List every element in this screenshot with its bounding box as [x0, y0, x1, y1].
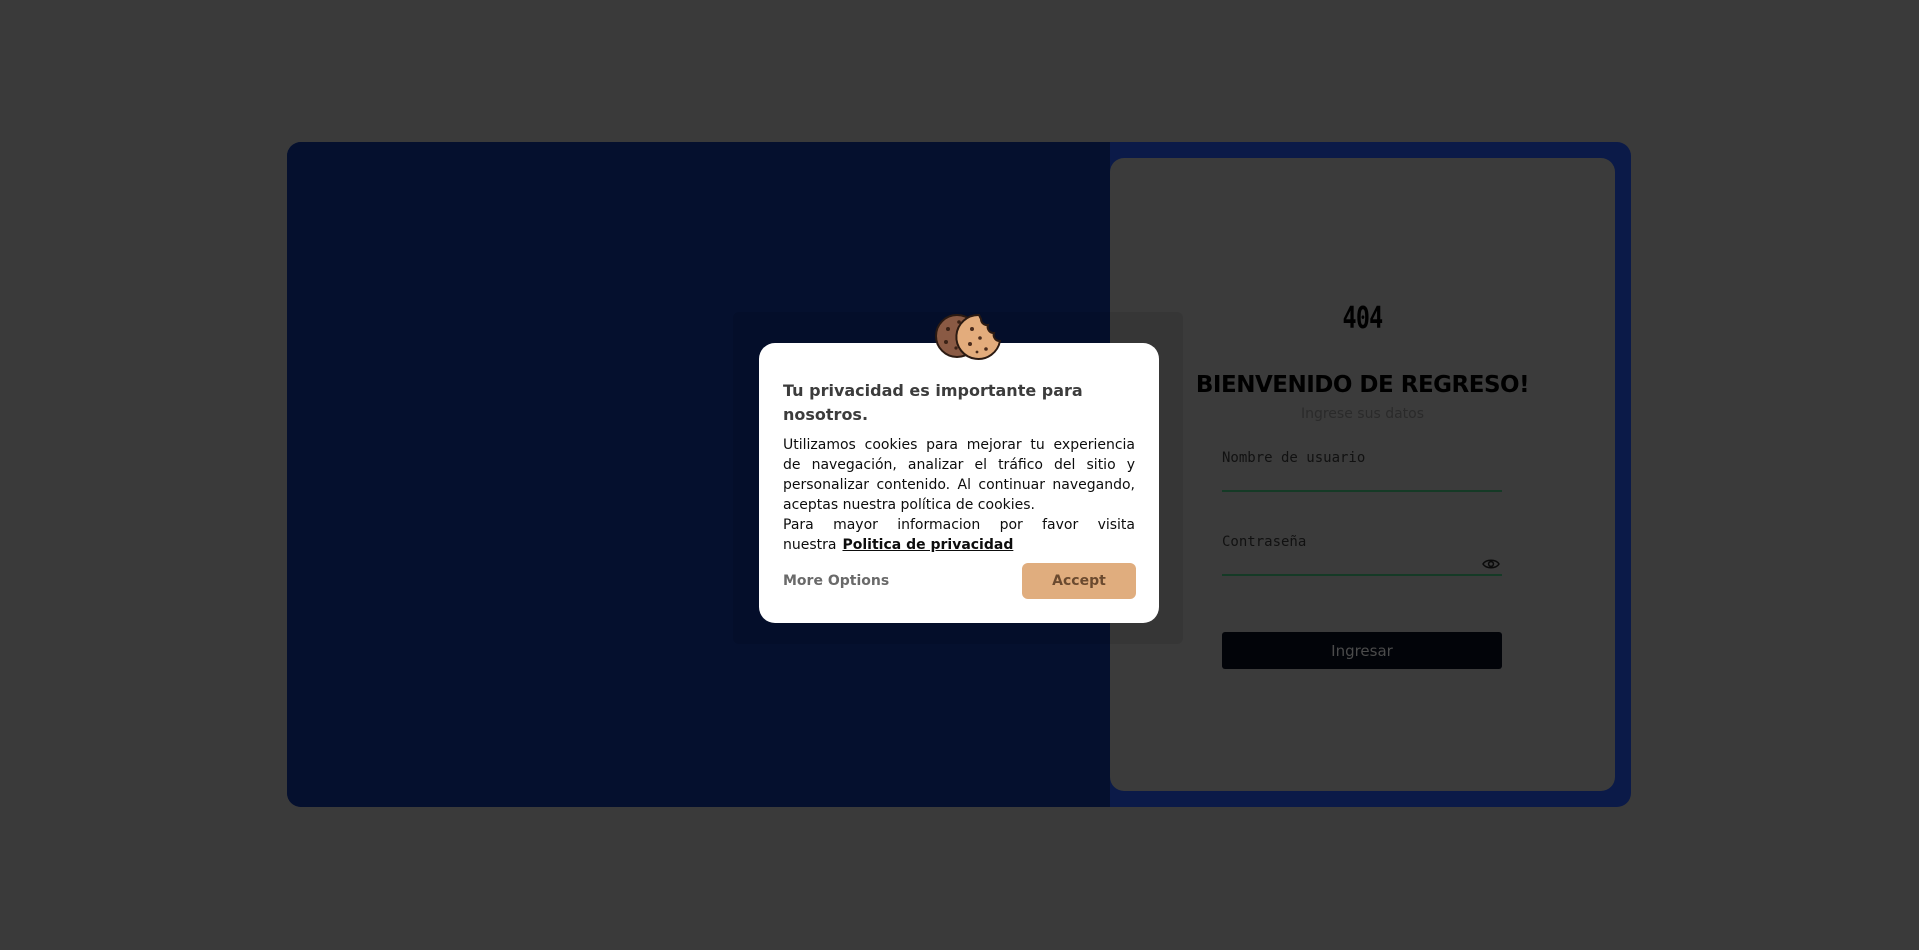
more-options-button[interactable]: More Options [783, 571, 889, 591]
password-input[interactable] [1222, 530, 1462, 554]
login-panel: 404 BIENVENIDO DE REGRESO! Ingrese sus d… [1110, 158, 1615, 791]
privacy-policy-link[interactable]: Politica de privacidad [842, 537, 1013, 553]
login-subtitle: Ingrese sus datos [1300, 406, 1425, 422]
welcome-title: BIENVENIDO DE REGRESO! [1195, 372, 1530, 398]
cookie-modal-body: Utilizamos cookies para mejorar tu exper… [783, 435, 1135, 555]
page-overlay: 404 BIENVENIDO DE REGRESO! Ingrese sus d… [0, 0, 1919, 950]
cookie-modal-title: Tu privacidad es importante para nosotro… [783, 381, 1083, 424]
cookie-body-text: Utilizamos cookies para mejorar tu exper… [783, 437, 1135, 513]
username-input[interactable] [1222, 446, 1462, 470]
password-field-wrapper [1222, 522, 1502, 576]
cookie-consent-modal: Tu privacidad es importante para nosotro… [759, 313, 1159, 623]
login-submit-button[interactable]: Ingresar [1222, 632, 1502, 669]
accept-cookies-button[interactable]: Accept [1022, 563, 1136, 599]
cookie-more-info: Para mayor informacion por favor visita … [783, 515, 1135, 555]
eye-icon[interactable] [1482, 558, 1500, 570]
cookie-icon [935, 313, 1002, 360]
username-field-wrapper [1222, 438, 1502, 492]
logo: 404 [1342, 301, 1384, 336]
